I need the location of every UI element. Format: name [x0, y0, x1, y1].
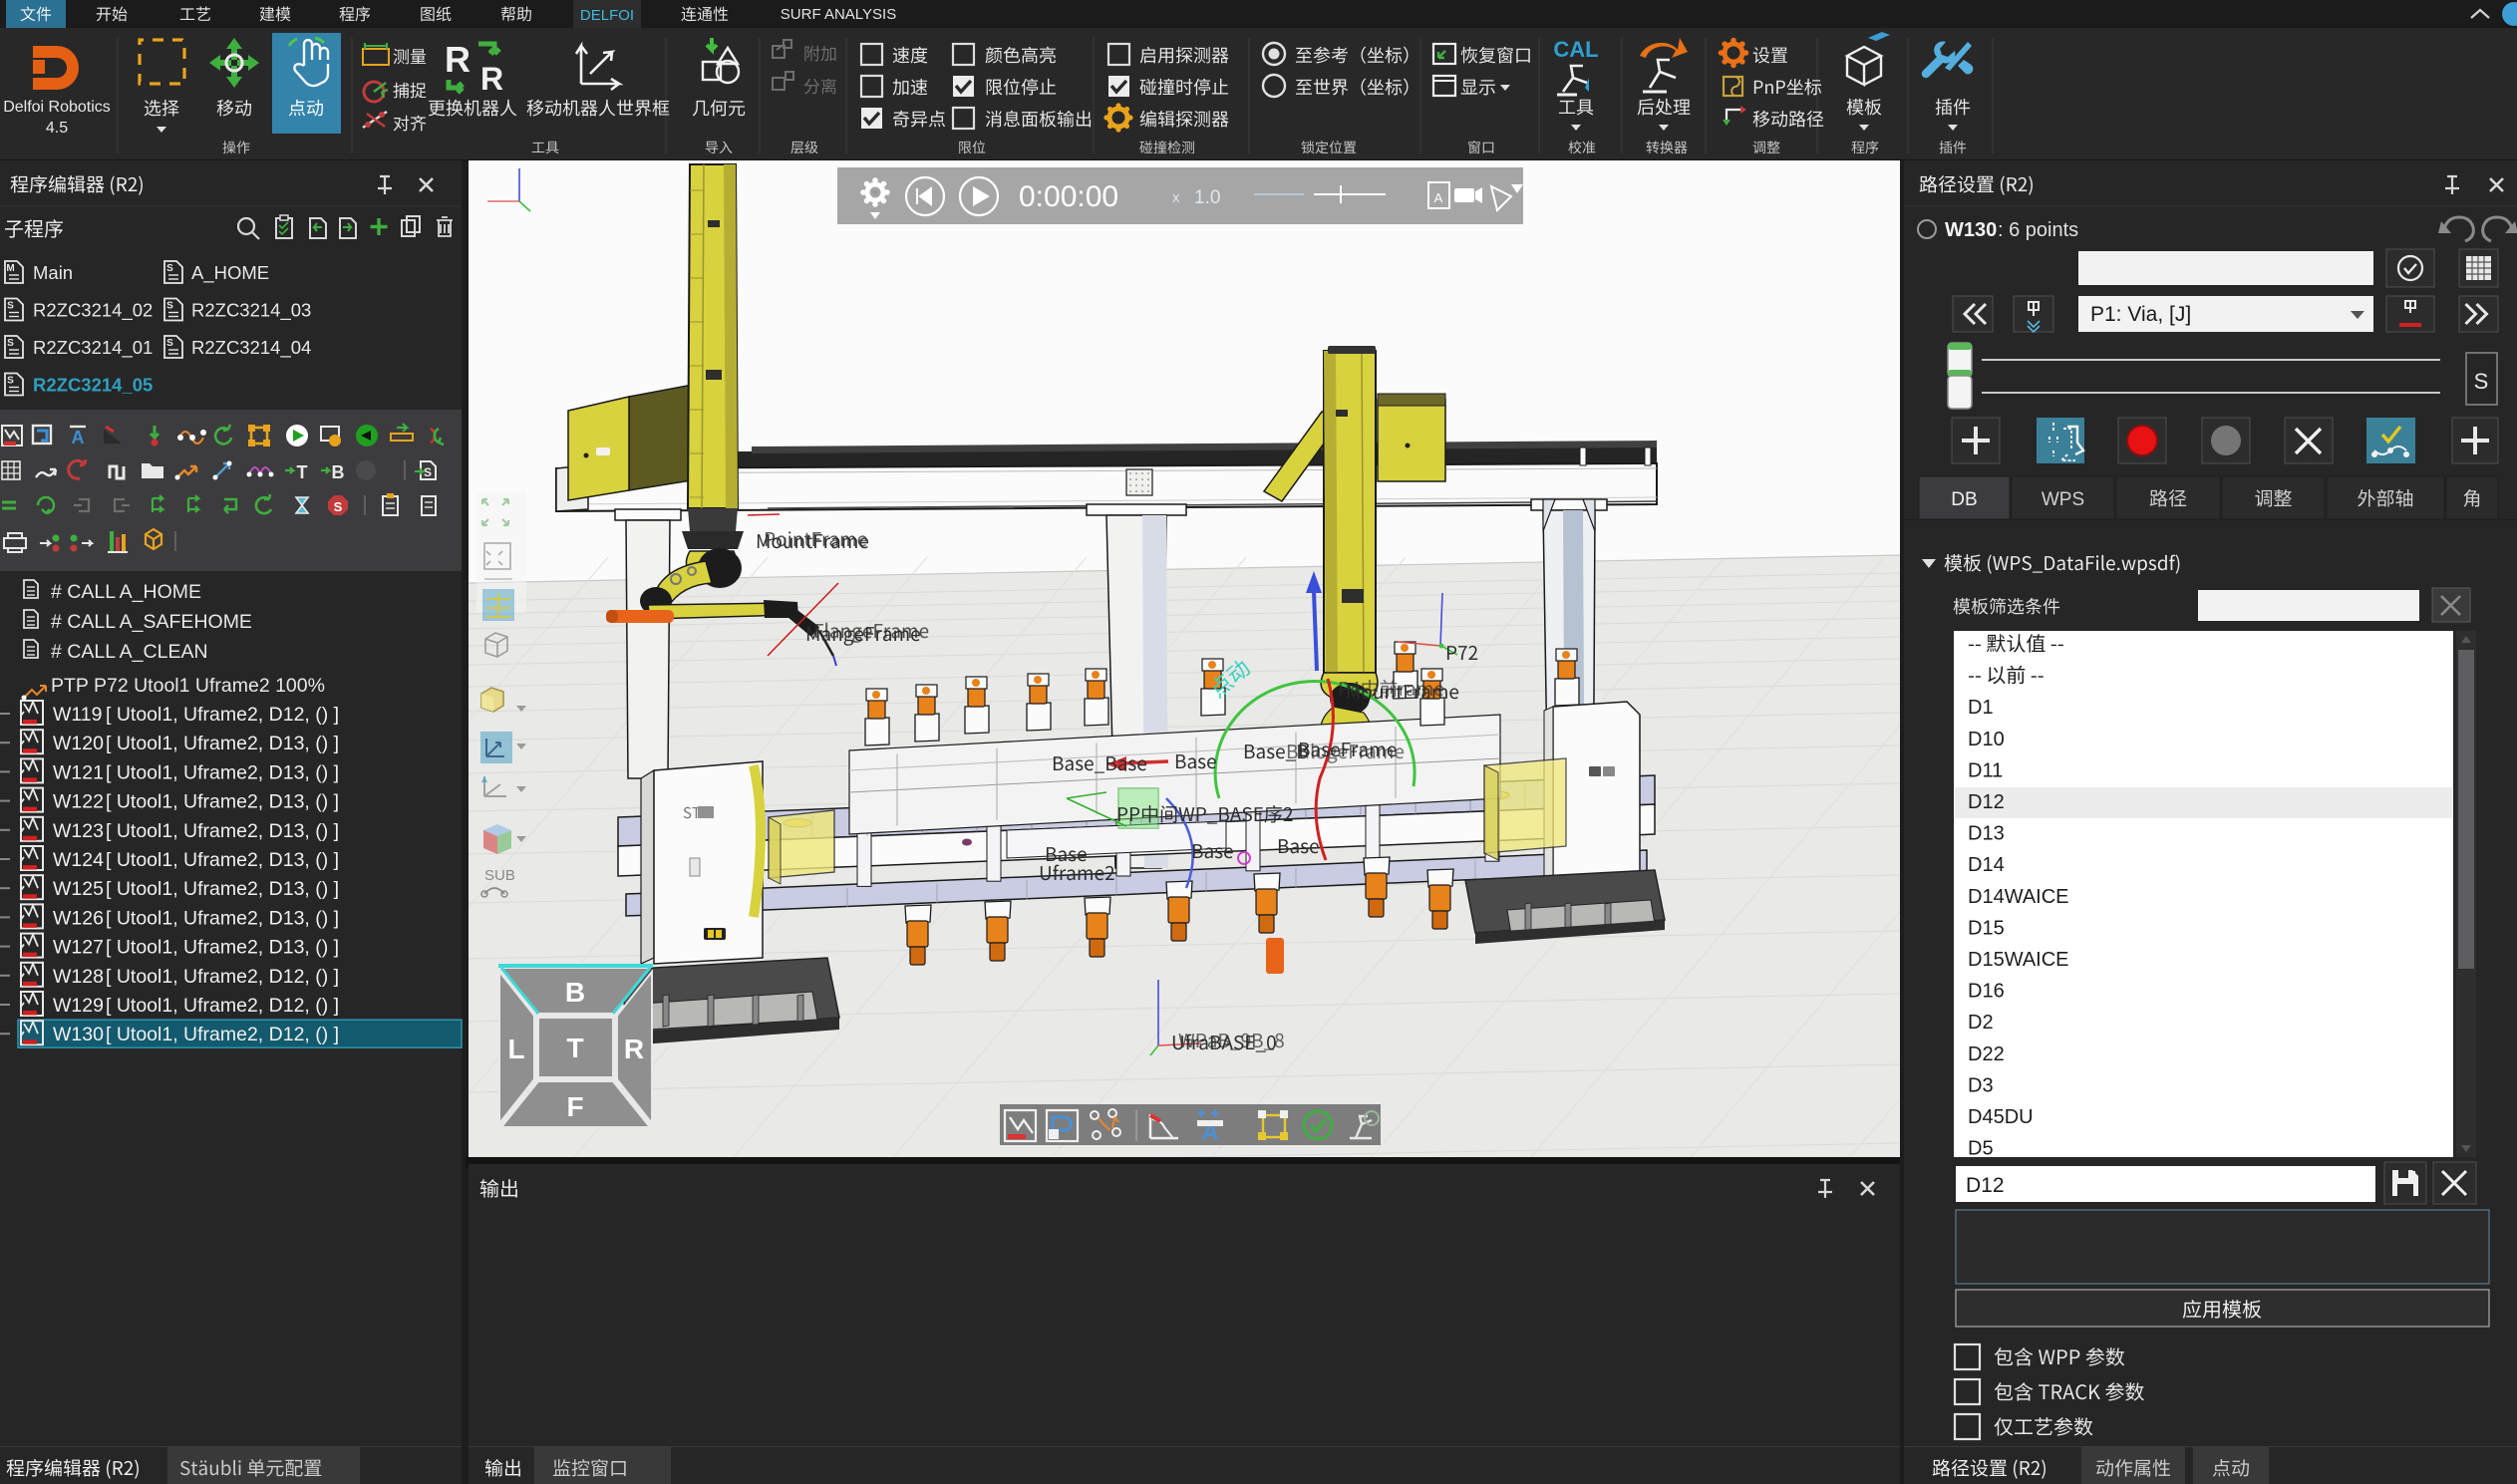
- svg-text:D16: D16: [1968, 981, 2005, 1003]
- svg-text:S: S: [7, 338, 14, 349]
- svg-text:0:00:00: 0:00:00: [1019, 180, 1118, 213]
- svg-text:M: M: [6, 263, 14, 274]
- svg-text:D2: D2: [1968, 1012, 1994, 1034]
- svg-text:R: R: [480, 61, 503, 97]
- svg-text:# CALL A_HOME: # CALL A_HOME: [51, 581, 201, 603]
- svg-text:[ Utool1, Uframe2, D12, () ]: [ Utool1, Uframe2, D12, () ]: [106, 966, 339, 988]
- svg-text:W123: W123: [53, 820, 104, 842]
- svg-text:D45DU: D45DU: [1968, 1106, 2034, 1128]
- svg-text:DB: DB: [1951, 489, 1977, 510]
- svg-text:W127: W127: [53, 937, 104, 959]
- svg-text:W121: W121: [53, 761, 104, 783]
- svg-text:[ Utool1, Uframe2, D13, () ]: [ Utool1, Uframe2, D13, () ]: [106, 761, 339, 783]
- svg-text:[ Utool1, Uframe2, D13, () ]: [ Utool1, Uframe2, D13, () ]: [106, 937, 339, 959]
- svg-text:SUB: SUB: [484, 867, 515, 884]
- svg-text:[ Utool1, Uframe2, D13, () ]: [ Utool1, Uframe2, D13, () ]: [106, 791, 339, 813]
- svg-text:D10: D10: [1968, 729, 2005, 750]
- svg-text:P1: Via, [J]: P1: Via, [J]: [2090, 303, 2191, 326]
- svg-text:Main: Main: [33, 262, 73, 283]
- svg-text:D3: D3: [1968, 1074, 1994, 1096]
- svg-text:SURF ANALYSIS: SURF ANALYSIS: [781, 6, 896, 23]
- svg-text:R2ZC3214_03: R2ZC3214_03: [191, 300, 311, 322]
- svg-text:D13: D13: [1968, 823, 2005, 845]
- svg-text:DELFOI: DELFOI: [580, 7, 634, 24]
- svg-text:W126: W126: [53, 907, 104, 929]
- svg-text:D14WAICE: D14WAICE: [1968, 886, 2069, 908]
- svg-text:R2ZC3214_02: R2ZC3214_02: [33, 300, 153, 322]
- svg-text:W129: W129: [53, 995, 104, 1017]
- svg-text:# CALL A_SAFEHOME: # CALL A_SAFEHOME: [51, 611, 252, 633]
- svg-text:[ Utool1, Uframe2, D12, () ]: [ Utool1, Uframe2, D12, () ]: [106, 704, 339, 726]
- svg-text:R2ZC3214_04: R2ZC3214_04: [191, 337, 311, 359]
- svg-text:CAL: CAL: [1553, 37, 1598, 62]
- svg-text:D12: D12: [1968, 791, 2005, 813]
- svg-text:S: S: [166, 263, 173, 274]
- svg-text:W122: W122: [53, 791, 104, 813]
- svg-text:S: S: [334, 499, 343, 514]
- svg-text:W128: W128: [53, 966, 104, 988]
- svg-text:F: F: [566, 1091, 583, 1122]
- svg-text:WPS: WPS: [2042, 489, 2084, 510]
- svg-text:W119: W119: [53, 704, 103, 726]
- svg-text:D15: D15: [1968, 917, 2005, 939]
- svg-text:R: R: [624, 1034, 644, 1064]
- svg-text:[ Utool1, Uframe2, D13, () ]: [ Utool1, Uframe2, D13, () ]: [106, 907, 339, 929]
- svg-text:PTP P72 Utool1 Uframe2 100%: PTP P72 Utool1 Uframe2 100%: [51, 675, 325, 697]
- svg-text:A: A: [72, 428, 85, 447]
- svg-text:# CALL A_CLEAN: # CALL A_CLEAN: [51, 641, 208, 663]
- svg-text:1.0: 1.0: [1194, 187, 1220, 208]
- svg-text:W130: W130: [53, 1024, 104, 1045]
- svg-text:D22: D22: [1968, 1043, 2005, 1065]
- svg-text:[ Utool1, Uframe2, D12, () ]: [ Utool1, Uframe2, D12, () ]: [106, 1024, 339, 1045]
- svg-text:D11: D11: [1968, 759, 2003, 781]
- svg-text:D12: D12: [1966, 1174, 2005, 1197]
- svg-text:S: S: [166, 338, 173, 349]
- svg-text:S: S: [424, 465, 432, 479]
- svg-text:D5: D5: [1968, 1138, 1994, 1160]
- svg-text:L: L: [507, 1034, 524, 1064]
- svg-text:[ Utool1, Uframe2, D13, () ]: [ Utool1, Uframe2, D13, () ]: [106, 820, 339, 842]
- svg-text:T: T: [566, 1033, 583, 1063]
- svg-text:[ Utool1, Uframe2, D13, () ]: [ Utool1, Uframe2, D13, () ]: [106, 849, 339, 871]
- svg-text:S: S: [166, 301, 173, 312]
- svg-text:D1: D1: [1968, 697, 1994, 719]
- svg-text:[ Utool1, Uframe2, D12, () ]: [ Utool1, Uframe2, D12, () ]: [106, 995, 339, 1017]
- svg-text:[ Utool1, Uframe2, D13, () ]: [ Utool1, Uframe2, D13, () ]: [106, 733, 339, 754]
- svg-text:Delfoi Robotics: Delfoi Robotics: [3, 99, 111, 116]
- svg-text:W130: W130: [1945, 219, 1997, 241]
- svg-text:: 6 points: : 6 points: [1998, 219, 2078, 241]
- svg-text:[ Utool1, Uframe2, D13, () ]: [ Utool1, Uframe2, D13, () ]: [106, 878, 339, 900]
- svg-text:B: B: [332, 462, 345, 482]
- svg-text:A_HOME: A_HOME: [191, 262, 269, 284]
- svg-text:A: A: [1434, 190, 1443, 205]
- svg-text:R: R: [445, 39, 471, 80]
- svg-text:4.5: 4.5: [46, 120, 68, 137]
- svg-text:R2ZC3214_01: R2ZC3214_01: [33, 337, 153, 359]
- svg-text:S: S: [7, 376, 14, 387]
- svg-text:W125: W125: [53, 878, 104, 900]
- svg-text:W124: W124: [53, 849, 104, 871]
- svg-text:S: S: [7, 301, 14, 312]
- svg-text:R2ZC3214_05: R2ZC3214_05: [33, 375, 153, 396]
- svg-text:D14: D14: [1968, 854, 2005, 876]
- svg-text:B: B: [565, 977, 585, 1008]
- svg-text:D15WAICE: D15WAICE: [1968, 949, 2069, 971]
- svg-text:S: S: [2474, 369, 2489, 394]
- svg-text:T: T: [297, 462, 308, 482]
- svg-text:W120: W120: [53, 733, 104, 754]
- svg-text:x: x: [1172, 189, 1180, 206]
